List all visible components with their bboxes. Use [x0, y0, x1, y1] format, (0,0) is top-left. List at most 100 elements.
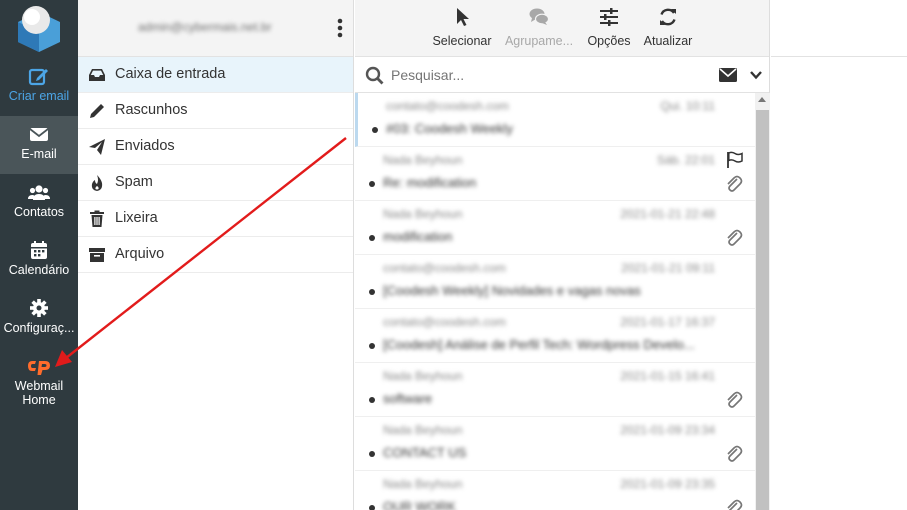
message-date: 2021-01-21 22:48: [620, 207, 715, 221]
message-sender: contato@coodesh.com: [383, 315, 506, 329]
account-email: admin@cybermais.net.br: [138, 20, 272, 34]
message-subject: [Coodesh Weekly] Novidades e vagas novas: [383, 283, 641, 298]
roundcube-logo: [18, 6, 60, 52]
contacts-icon: [28, 185, 50, 200]
main-nav: Criar email E-mail Contatos Calendário C…: [0, 0, 78, 510]
scroll-thumb[interactable]: [756, 110, 769, 510]
folder-sent[interactable]: Enviados: [78, 129, 353, 165]
preview-pane: [771, 0, 907, 510]
nav-calendar[interactable]: Calendário: [0, 232, 78, 290]
folder-inbox[interactable]: Caixa de entrada: [78, 57, 353, 93]
refresh-button-label: Atualizar: [643, 34, 693, 48]
message-subject: [Coodesh] Análise de Perfil Tech: Wordpr…: [383, 337, 695, 352]
envelope-icon: [29, 128, 49, 141]
message-row[interactable]: Nada Beyhoun 2021-01-09 23:34 CONTACT US: [355, 417, 755, 471]
fire-icon: [91, 175, 103, 191]
message-subject: CONTACT US: [383, 445, 467, 460]
folder-panel: admin@cybermais.net.br Caixa de entrada …: [78, 0, 354, 510]
message-sender: Nada Beyhoun: [383, 369, 463, 383]
list-toolbar: Selecionar Agrupame... Opções Atualizar: [355, 0, 769, 57]
cursor-icon: [457, 8, 469, 26]
message-date: Sáb. 22:01: [656, 153, 715, 167]
message-list-scrollbar[interactable]: [755, 93, 770, 510]
flag-icon[interactable]: [726, 151, 744, 169]
unread-dot: [369, 235, 375, 241]
nav-settings-label: Configuraç...: [3, 321, 75, 335]
nav-create-email-label: Criar email: [8, 89, 70, 103]
message-list-panel: Selecionar Agrupame... Opções Atualizar …: [355, 0, 770, 510]
trash-icon: [90, 210, 104, 227]
search-bar: [355, 57, 769, 93]
paperclip-icon: [727, 229, 743, 246]
message-subject: OUR WORK: [383, 499, 456, 510]
select-button-label: Selecionar: [432, 34, 492, 48]
message-sender: contato@coodesh.com: [383, 261, 506, 275]
nav-settings[interactable]: Configuraç...: [0, 290, 78, 348]
paperclip-icon: [727, 175, 743, 192]
message-row[interactable]: Nada Beyhoun 2021-01-09 23:35 OUR WORK: [355, 471, 755, 510]
paperclip-icon: [727, 391, 743, 408]
comments-icon: [529, 8, 550, 25]
message-date: 2021-01-09 23:35: [620, 477, 715, 491]
folder-trash-label: Lixeira: [115, 210, 158, 226]
refresh-icon: [660, 8, 676, 26]
compose-icon: [28, 68, 48, 86]
preview-header: [771, 0, 907, 57]
search-input[interactable]: [391, 67, 691, 83]
paperclip-icon: [727, 445, 743, 462]
message-subject: modification: [383, 229, 453, 244]
webmail-window: Criar email E-mail Contatos Calendário C…: [0, 0, 907, 510]
message-date: 2021-01-15 16:41: [620, 369, 715, 383]
folder-spam-label: Spam: [115, 174, 153, 190]
group-button-label: Agrupame...: [504, 34, 574, 48]
nav-create-email[interactable]: Criar email: [0, 58, 78, 116]
message-date: 2021-01-09 23:34: [620, 423, 715, 437]
message-row[interactable]: Nada Beyhoun Sáb. 22:01 Re: modification: [355, 147, 755, 201]
folder-drafts-label: Rascunhos: [115, 102, 188, 118]
nav-email-label: E-mail: [21, 147, 57, 161]
message-date: 2021-01-17 16:37: [620, 315, 715, 329]
group-button[interactable]: Agrupame...: [503, 6, 575, 48]
message-row[interactable]: contato@coodesh.com 2021-01-21 09:11 [Co…: [355, 255, 755, 309]
options-button-label: Opções: [587, 34, 631, 48]
unread-dot: [369, 505, 375, 510]
inbox-icon: [89, 69, 105, 81]
unread-dot: [372, 127, 378, 133]
nav-email[interactable]: E-mail: [0, 116, 78, 174]
message-row[interactable]: contato@coodesh.com 2021-01-17 16:37 [Co…: [355, 309, 755, 363]
message-sender: contato@coodesh.com: [386, 99, 509, 113]
folder-drafts[interactable]: Rascunhos: [78, 93, 353, 129]
select-button[interactable]: Selecionar: [431, 6, 493, 48]
message-row[interactable]: Nada Beyhoun 2021-01-15 16:41 software: [355, 363, 755, 417]
kebab-menu-icon[interactable]: [336, 17, 344, 39]
cpanel-icon: [28, 361, 50, 375]
folder-spam[interactable]: Spam: [78, 165, 353, 201]
calendar-icon: [31, 241, 47, 259]
unread-dot: [369, 343, 375, 349]
paper-plane-icon: [89, 139, 105, 155]
chevron-down-icon[interactable]: [750, 69, 762, 81]
account-header: admin@cybermais.net.br: [78, 0, 353, 57]
folder-trash[interactable]: Lixeira: [78, 201, 353, 237]
message-list: contato@coodesh.com Qui. 10:11 #03: Cood…: [355, 93, 755, 510]
envelope-icon[interactable]: [719, 68, 737, 82]
search-icon: [365, 66, 384, 85]
unread-dot: [369, 289, 375, 295]
folder-inbox-label: Caixa de entrada: [115, 66, 226, 82]
message-date: 2021-01-21 09:11: [621, 261, 715, 275]
pencil-icon: [90, 104, 104, 118]
refresh-button[interactable]: Atualizar: [641, 6, 695, 48]
message-row[interactable]: contato@coodesh.com Qui. 10:11 #03: Cood…: [355, 93, 755, 147]
archive-icon: [89, 248, 105, 262]
options-button[interactable]: Opções: [583, 6, 635, 48]
message-sender: Nada Beyhoun: [383, 423, 463, 437]
message-row[interactable]: Nada Beyhoun 2021-01-21 22:48 modificati…: [355, 201, 755, 255]
folder-archive[interactable]: Arquivo: [78, 237, 353, 273]
nav-webmail-home[interactable]: Webmail Home: [0, 348, 78, 410]
message-subject: Re: modification: [383, 175, 477, 190]
nav-contacts[interactable]: Contatos: [0, 174, 78, 232]
unread-dot: [369, 181, 375, 187]
scroll-up-arrow[interactable]: [758, 97, 766, 102]
gear-icon: [30, 299, 48, 317]
paperclip-icon: [727, 499, 743, 510]
